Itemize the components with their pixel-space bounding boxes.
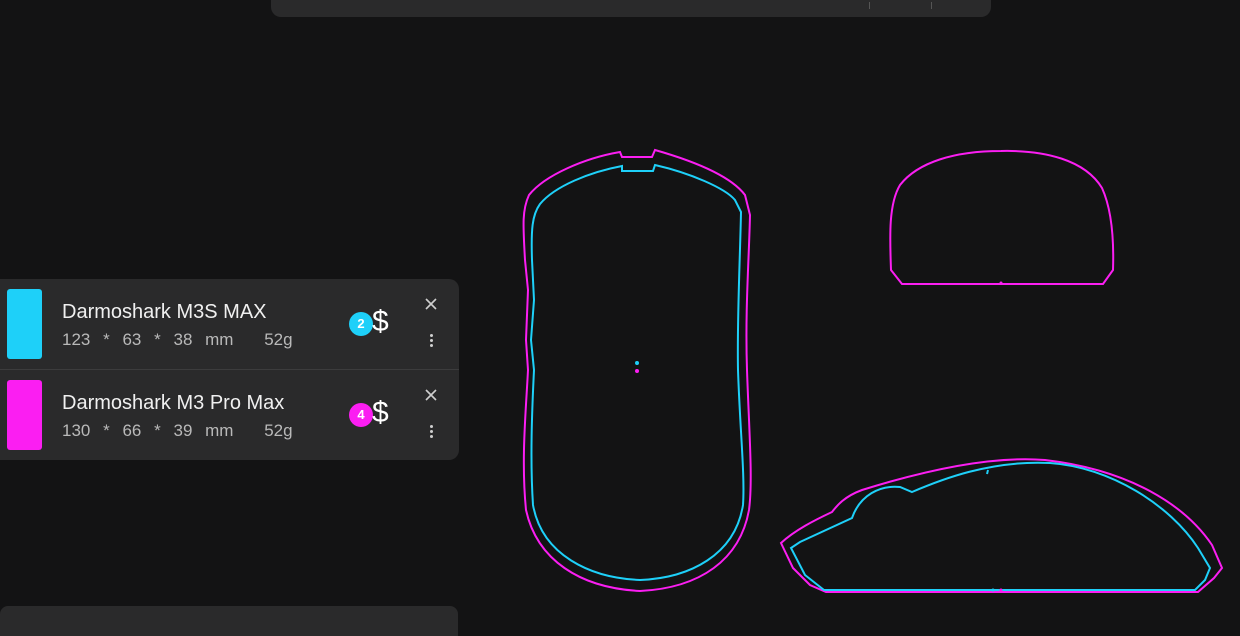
side-view-outline-m3-pro-max — [779, 458, 1224, 593]
dims-separator: * — [154, 330, 161, 349]
bottom-panel — [0, 606, 458, 636]
divider — [931, 2, 932, 9]
mouse-height: 39 — [173, 421, 193, 440]
side-view-outline-m3s-max — [789, 461, 1212, 591]
mouse-list-panel: Darmoshark M3S MAX 123 * 63 * 38 mm 52g … — [0, 279, 459, 460]
price-tier-badge: 2 — [349, 312, 373, 336]
dollar-icon: $ — [372, 305, 389, 338]
mouse-list-item[interactable]: Darmoshark M3 Pro Max 130 * 66 * 39 mm 5… — [0, 370, 459, 460]
mouse-width: 63 — [122, 330, 142, 349]
dims-separator: * — [154, 421, 161, 440]
mouse-length: 123 — [62, 330, 91, 349]
mouse-weight: 52g — [264, 330, 293, 349]
front-view-base-mark — [999, 281, 1003, 285]
price-tier-badge: 4 — [349, 403, 373, 427]
side-view-base-mark — [991, 588, 995, 592]
top-view — [522, 148, 752, 593]
more-options-button[interactable] — [421, 329, 441, 351]
toolbar — [271, 0, 991, 17]
side-view-base-mark — [999, 588, 1003, 592]
top-view-center-m3-pro-max — [635, 369, 639, 373]
color-swatch[interactable] — [7, 380, 42, 450]
mouse-name: Darmoshark M3 Pro Max — [62, 392, 285, 414]
dims-separator: * — [103, 421, 110, 440]
side-view — [779, 458, 1224, 593]
dims-unit: mm — [205, 421, 234, 440]
shape-comparison-canvas — [522, 148, 1224, 593]
mouse-dimensions: 130 * 66 * 39 mm 52g — [62, 421, 299, 441]
mouse-width: 66 — [122, 421, 142, 440]
close-icon — [425, 389, 437, 401]
dollar-icon: $ — [372, 396, 389, 429]
dims-separator: * — [103, 330, 110, 349]
front-view-outline-m3-pro-max — [889, 149, 1115, 285]
mouse-dimensions: 123 * 63 * 38 mm 52g — [62, 330, 299, 350]
mouse-weight: 52g — [264, 421, 293, 440]
top-view-center-m3s-max — [635, 361, 639, 365]
color-swatch[interactable] — [7, 289, 42, 359]
remove-mouse-button[interactable] — [421, 294, 441, 314]
remove-mouse-button[interactable] — [421, 385, 441, 405]
more-options-button[interactable] — [421, 420, 441, 442]
mouse-length: 130 — [62, 421, 91, 440]
divider — [869, 2, 870, 9]
mouse-list-item[interactable]: Darmoshark M3S MAX 123 * 63 * 38 mm 52g … — [0, 279, 459, 370]
front-view — [889, 149, 1115, 285]
mouse-name: Darmoshark M3S MAX — [62, 301, 267, 323]
close-icon — [425, 298, 437, 310]
dims-unit: mm — [205, 330, 234, 349]
mouse-height: 38 — [173, 330, 193, 349]
side-view-mark — [986, 469, 989, 475]
